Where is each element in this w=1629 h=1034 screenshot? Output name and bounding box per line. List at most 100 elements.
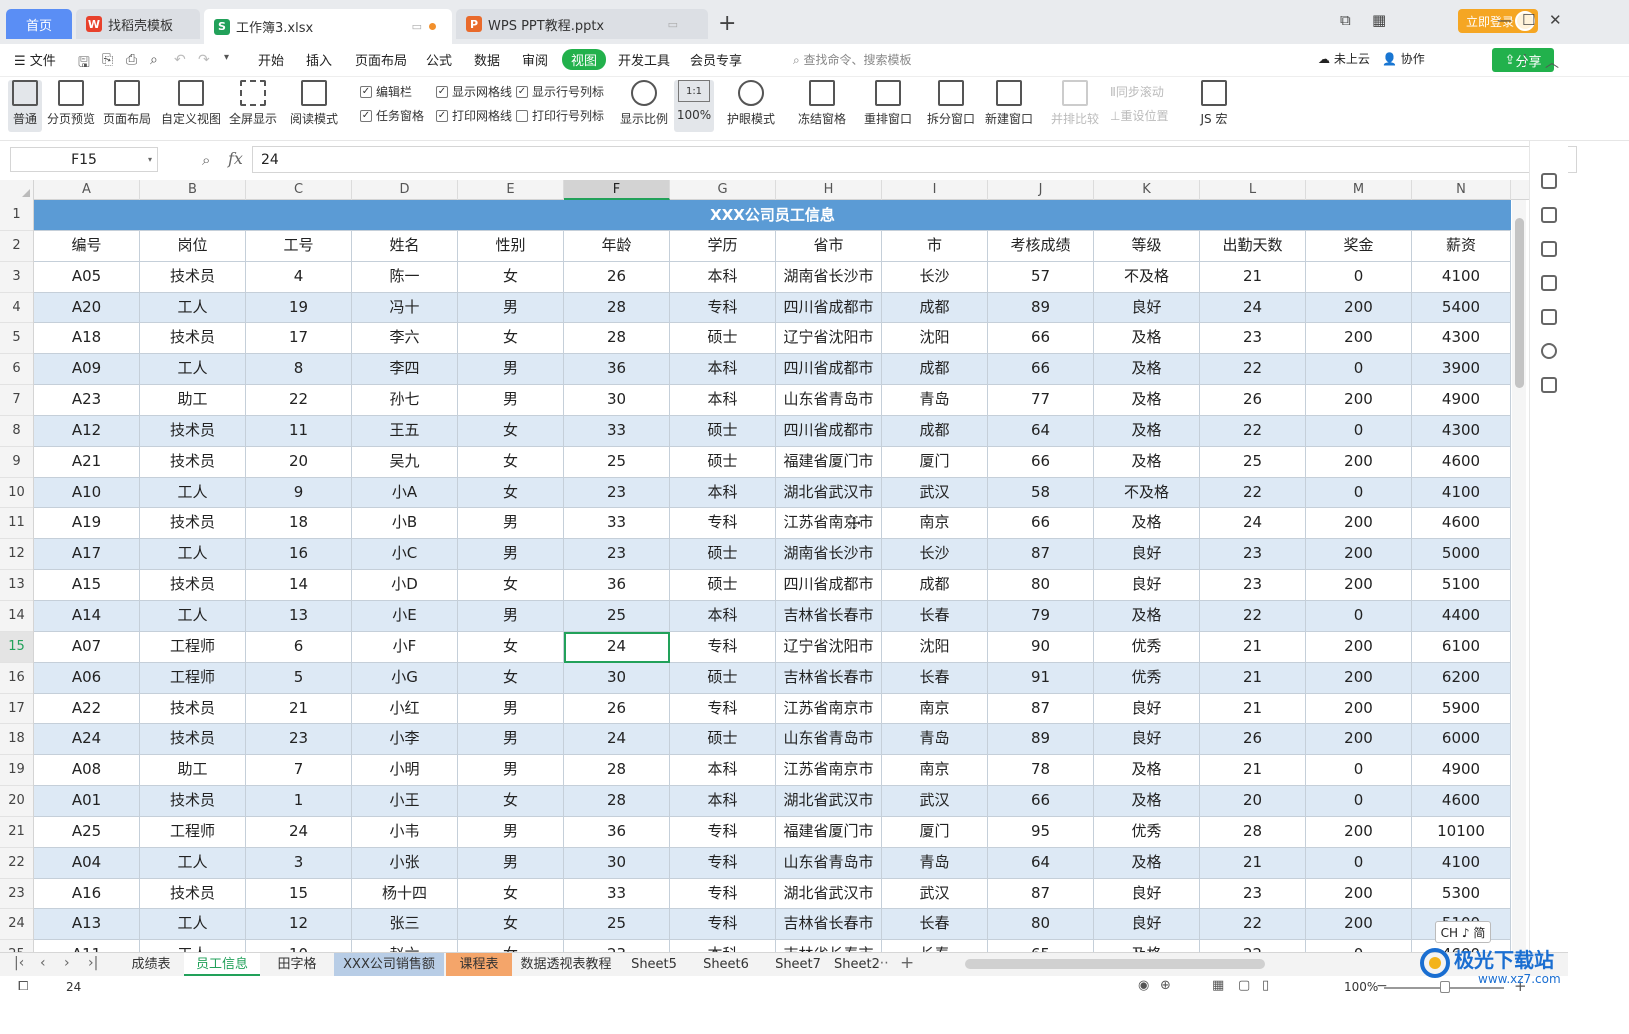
table-cell[interactable]: 0 bbox=[1306, 847, 1412, 879]
table-cell[interactable]: A12 bbox=[34, 415, 140, 447]
table-cell[interactable]: 4900 bbox=[1412, 385, 1511, 416]
table-cell[interactable]: 技术员 bbox=[140, 878, 246, 910]
table-cell[interactable]: 22 bbox=[246, 385, 352, 416]
table-cell[interactable]: 四川省成都市 bbox=[776, 292, 882, 324]
table-cell[interactable]: A22 bbox=[34, 693, 140, 725]
column-title-cell[interactable]: 市 bbox=[882, 230, 988, 262]
table-cell[interactable]: 及格 bbox=[1094, 847, 1200, 879]
table-cell[interactable]: 小韦 bbox=[352, 816, 458, 848]
table-cell[interactable]: 66 bbox=[988, 508, 1094, 540]
table-cell[interactable]: 20 bbox=[246, 446, 352, 478]
table-cell[interactable]: 79 bbox=[988, 600, 1094, 632]
column-title-cell[interactable]: 薪资 bbox=[1412, 230, 1511, 262]
table-cell[interactable]: 89 bbox=[988, 292, 1094, 324]
table-cell[interactable]: 及格 bbox=[1094, 508, 1200, 540]
column-header-j[interactable]: J bbox=[988, 180, 1094, 200]
table-cell[interactable]: 200 bbox=[1306, 662, 1412, 694]
table-cell[interactable]: 21 bbox=[1200, 662, 1306, 694]
table-cell[interactable]: 本科 bbox=[670, 385, 776, 416]
arrange-windows-button[interactable]: 重排窗口 bbox=[860, 80, 916, 132]
table-cell[interactable]: 良好 bbox=[1094, 539, 1200, 571]
table-cell[interactable]: 吉林省长春市 bbox=[776, 909, 882, 941]
table-cell[interactable]: 赵六 bbox=[352, 940, 458, 952]
table-cell[interactable]: 及格 bbox=[1094, 755, 1200, 787]
table-cell[interactable]: 女 bbox=[458, 662, 564, 694]
table-cell[interactable]: 长春 bbox=[882, 940, 988, 952]
table-cell[interactable]: 良好 bbox=[1094, 909, 1200, 941]
table-cell[interactable]: 工人 bbox=[140, 940, 246, 952]
table-cell[interactable]: 及格 bbox=[1094, 600, 1200, 632]
book-icon[interactable] bbox=[1541, 377, 1557, 393]
undo-icon[interactable]: ↶ bbox=[174, 52, 186, 68]
table-cell[interactable]: 57 bbox=[988, 261, 1094, 293]
table-cell[interactable]: 5 bbox=[246, 662, 352, 694]
rocket-icon[interactable] bbox=[1541, 173, 1557, 189]
table-cell[interactable]: 女 bbox=[458, 940, 564, 952]
row-header-14[interactable]: 14 bbox=[0, 601, 33, 632]
table-cell[interactable]: 91 bbox=[988, 662, 1094, 694]
table-cell[interactable]: 吉林省长春市 bbox=[776, 940, 882, 952]
table-cell[interactable]: 吉林省长春市 bbox=[776, 662, 882, 694]
table-cell[interactable]: 湖北省武汉市 bbox=[776, 477, 882, 509]
column-header-g[interactable]: G bbox=[670, 180, 776, 200]
table-cell[interactable]: 24 bbox=[246, 816, 352, 848]
table-cell[interactable]: 女 bbox=[458, 570, 564, 601]
table-cell[interactable]: 22 bbox=[1200, 940, 1306, 952]
table-cell[interactable]: 200 bbox=[1306, 878, 1412, 910]
table-cell[interactable]: 专科 bbox=[670, 508, 776, 540]
row-header-23[interactable]: 23 bbox=[0, 879, 33, 910]
table-cell[interactable]: 20 bbox=[1200, 786, 1306, 817]
zoom-100-button[interactable]: 1:1 100% bbox=[674, 80, 714, 132]
column-title-cell[interactable]: 奖金 bbox=[1306, 230, 1412, 262]
tab-docer[interactable]: W 找稻壳模板 bbox=[76, 9, 200, 39]
table-cell[interactable]: 良好 bbox=[1094, 570, 1200, 601]
table-cell[interactable]: 6 bbox=[246, 631, 352, 663]
page-break-preview-button[interactable]: 分页预览 bbox=[46, 80, 96, 132]
table-cell[interactable]: 男 bbox=[458, 385, 564, 416]
row-header-17[interactable]: 17 bbox=[0, 694, 33, 725]
row-header-22[interactable]: 22 bbox=[0, 848, 33, 879]
table-cell[interactable]: A05 bbox=[34, 261, 140, 293]
row-header-24[interactable]: 24 bbox=[0, 909, 33, 941]
table-cell[interactable]: 4300 bbox=[1412, 415, 1511, 447]
sheet-tab[interactable]: 员工信息 bbox=[184, 953, 260, 976]
reset-position-button[interactable]: ⊥ 重设位置 bbox=[1110, 107, 1168, 124]
new-window-button[interactable]: 新建窗口 bbox=[984, 80, 1034, 132]
table-cell[interactable]: 36 bbox=[564, 570, 670, 601]
table-cell[interactable]: 21 bbox=[1200, 261, 1306, 293]
table-cell[interactable]: 男 bbox=[458, 292, 564, 324]
table-cell[interactable]: 200 bbox=[1306, 539, 1412, 571]
table-cell[interactable]: 5400 bbox=[1412, 292, 1511, 324]
table-cell[interactable]: 张三 bbox=[352, 909, 458, 941]
table-cell[interactable]: 长沙 bbox=[882, 261, 988, 293]
table-cell[interactable]: 专科 bbox=[670, 631, 776, 663]
table-cell[interactable]: 王五 bbox=[352, 415, 458, 447]
table-cell[interactable]: 25 bbox=[564, 600, 670, 632]
table-cell[interactable]: 辽宁省沈阳市 bbox=[776, 631, 882, 663]
freeze-panes-button[interactable]: 冻结窗格 bbox=[793, 80, 851, 132]
table-cell[interactable]: 23 bbox=[564, 477, 670, 509]
window-icon[interactable]: ▭ bbox=[412, 20, 422, 33]
sheet-tab[interactable]: 数据透视表教程 bbox=[514, 953, 618, 976]
menu-review[interactable]: 审阅 bbox=[522, 50, 548, 69]
chevron-down-icon[interactable]: ▾ bbox=[224, 52, 229, 63]
new-tab-button[interactable]: + bbox=[718, 11, 736, 36]
table-cell[interactable]: 本科 bbox=[670, 786, 776, 817]
table-cell[interactable]: 江苏省南京市 bbox=[776, 755, 882, 787]
table-cell[interactable]: 武汉 bbox=[882, 477, 988, 509]
row-header-7[interactable]: 7 bbox=[0, 385, 33, 416]
table-cell[interactable]: 200 bbox=[1306, 508, 1412, 540]
fx-icon[interactable]: fx bbox=[228, 149, 243, 168]
sheet-tab[interactable]: Sheet5 bbox=[620, 953, 688, 976]
table-cell[interactable]: 女 bbox=[458, 631, 564, 663]
sheet-tab[interactable]: Sheet7 bbox=[764, 953, 832, 976]
table-cell[interactable]: 小C bbox=[352, 539, 458, 571]
add-sheet-icon[interactable]: + bbox=[900, 953, 914, 973]
table-cell[interactable]: 技术员 bbox=[140, 323, 246, 355]
table-cell[interactable]: 23 bbox=[1200, 878, 1306, 910]
horizontal-scrollbar[interactable] bbox=[965, 959, 1265, 969]
table-cell[interactable]: 21 bbox=[1200, 693, 1306, 725]
table-cell[interactable]: 本科 bbox=[670, 477, 776, 509]
custom-view-button[interactable]: 自定义视图 bbox=[160, 80, 222, 132]
table-cell[interactable]: 小G bbox=[352, 662, 458, 694]
